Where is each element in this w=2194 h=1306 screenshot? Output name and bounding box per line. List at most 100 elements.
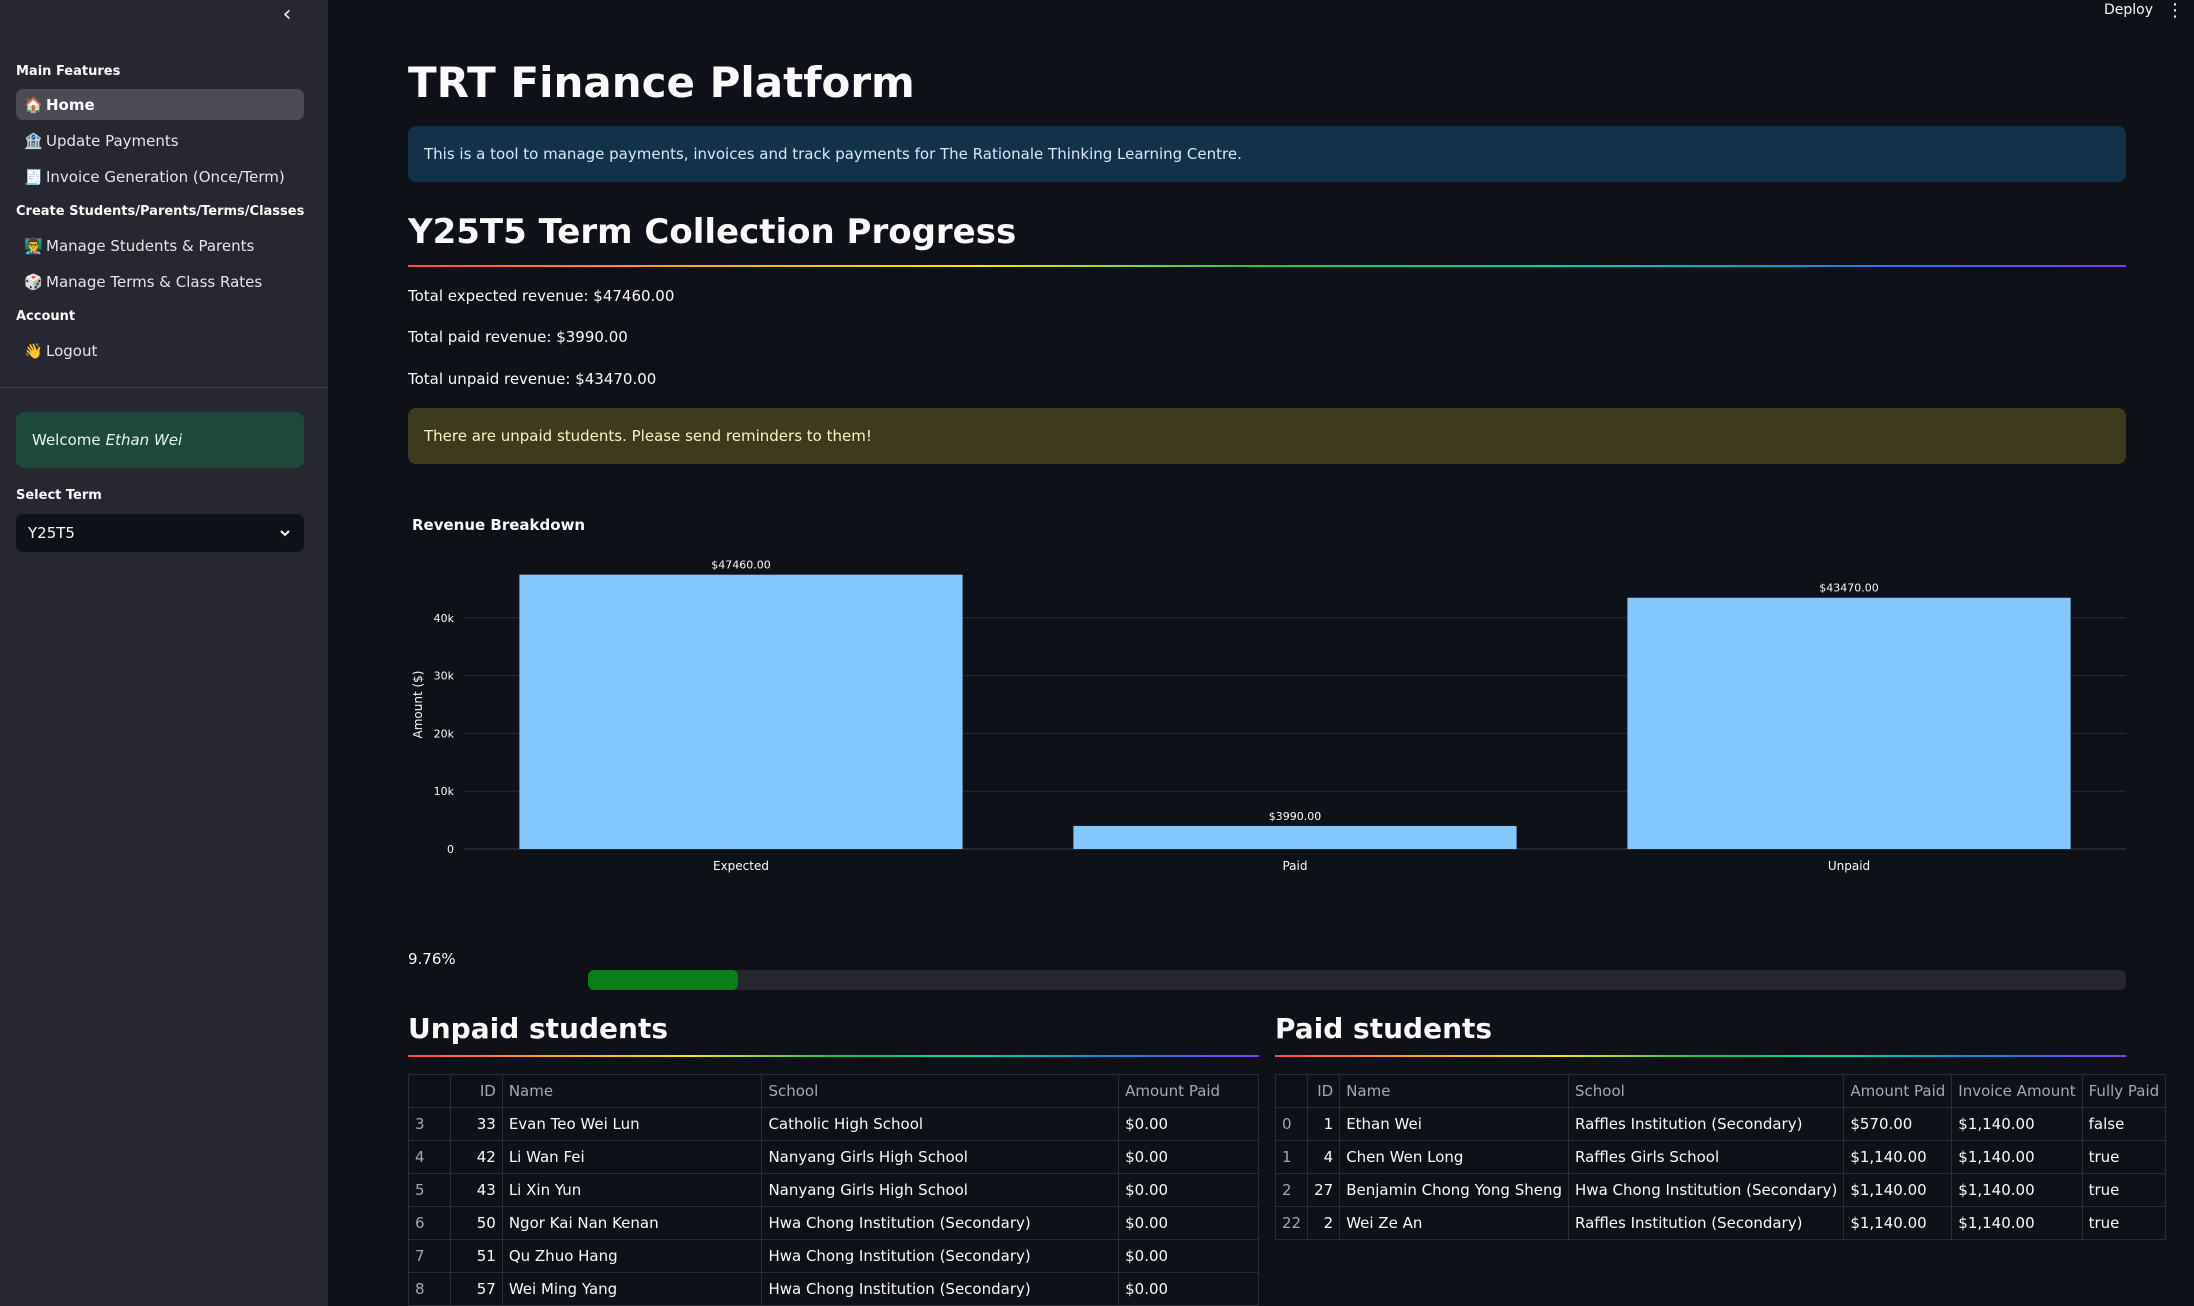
revenue-breakdown-chart[interactable]: Revenue Breakdown 0 10k 20k 30k 40k Amount ($)… <box>408 508 2126 888</box>
table-row[interactable]: 7 51 Qu Zhuo Hang Hwa Chong Institution (Se… <box>408 1239 1259 1273</box>
chevron-left-icon[interactable]: ‹ <box>276 2 298 28</box>
term-select-value: Y25T5 <box>28 524 75 542</box>
row-index: 7 <box>408 1239 451 1273</box>
table-cell: Ethan Wei <box>1339 1107 1570 1141</box>
x-tick-label: Paid <box>1282 859 1307 873</box>
sidebar-item-invoice-generation[interactable]: 🧾 Invoice Generation (Once/Term) <box>16 161 304 192</box>
sidebar-item-label: Home <box>46 95 95 114</box>
table-row[interactable]: 4 42 Li Wan Fei Nanyang Girls High School $0… <box>408 1140 1259 1174</box>
table-cell: 33 <box>449 1107 503 1141</box>
table-cell: Hwa Chong Institution (Secondary) <box>761 1272 1120 1306</box>
table-cell: 2 <box>1307 1206 1341 1240</box>
table-cell: $0.00 <box>1118 1107 1259 1141</box>
table-row[interactable]: 6 50 Ngor Kai Nan Kenan Hwa Chong Instituti… <box>408 1206 1259 1240</box>
table-cell: Wei Ming Yang <box>501 1272 763 1306</box>
term-select[interactable]: Y25T5 <box>16 514 304 552</box>
table-row[interactable]: 8 57 Wei Ming Yang Hwa Chong Institution (S… <box>408 1272 1259 1306</box>
page-title: TRT Finance Platform <box>408 58 915 107</box>
welcome-banner: Welcome Ethan Wei <box>16 412 304 468</box>
welcome-prefix: Welcome <box>32 431 101 449</box>
sidebar-item-home[interactable]: 🏠 Home <box>16 89 304 120</box>
table-cell: $1,140.00 <box>1951 1206 2083 1240</box>
row-index: 1 <box>1274 1140 1309 1174</box>
table-cell: 57 <box>449 1272 503 1306</box>
column-header[interactable]: School <box>1568 1074 1845 1108</box>
sidebar-item-label: Update Payments <box>46 131 179 150</box>
table-cell: Chen Wen Long <box>1339 1140 1570 1174</box>
table-row[interactable]: 22 2 Wei Ze An Raffles Institution (Seconda… <box>1274 1206 2167 1240</box>
table-row[interactable]: 5 43 Li Xin Yun Nanyang Girls High School $0… <box>408 1173 1259 1207</box>
chart-title: Revenue Breakdown <box>412 516 585 534</box>
sidebar-item-label: Logout <box>46 341 98 360</box>
table-cell: Hwa Chong Institution (Secondary) <box>1568 1173 1845 1207</box>
table-cell: $1,140.00 <box>1843 1173 1953 1207</box>
table-row[interactable]: 1 4 Chen Wen Long Raffles Girls School $1,14… <box>1274 1140 2167 1174</box>
row-index: 0 <box>1274 1107 1309 1141</box>
warning-alert: There are unpaid students. Please send r… <box>408 408 2126 464</box>
y-tick-label: 40k <box>434 612 455 625</box>
section-main-features: Main Features <box>16 64 121 79</box>
column-header[interactable]: Amount Paid <box>1118 1074 1259 1108</box>
welcome-user-name: Ethan Wei <box>105 431 183 449</box>
y-tick-label: 30k <box>434 670 455 683</box>
table-cell: 42 <box>449 1140 503 1174</box>
unpaid-students-table[interactable]: ID Name School Amount Paid 3 33 Evan Teo Wei … <box>408 1074 1259 1306</box>
column-header[interactable]: Invoice Amount <box>1951 1074 2083 1108</box>
chevron-down-icon <box>280 530 290 537</box>
sidebar-item-update-payments[interactable]: 🏦 Update Payments <box>16 125 304 156</box>
sidebar-item-label: Manage Terms & Class Rates <box>46 272 263 291</box>
stat-unpaid-revenue: Total unpaid revenue: $43470.00 <box>408 370 657 388</box>
receipt-icon: 🧾 <box>24 167 43 186</box>
stat-expected-revenue: Total expected revenue: $47460.00 <box>408 287 675 305</box>
column-header[interactable]: ID <box>449 1074 503 1108</box>
table-cell: $1,140.00 <box>1951 1140 2083 1174</box>
row-index: 2 <box>1274 1173 1309 1207</box>
table-cell: Wei Ze An <box>1339 1206 1570 1240</box>
data-label: $47460.00 <box>711 559 771 572</box>
paid-students-table[interactable]: ID Name School Amount Paid Invoice Amount Ful… <box>1274 1074 2167 1240</box>
table-row[interactable]: 3 33 Evan Teo Wei Lun Catholic High School $… <box>408 1107 1259 1141</box>
table-cell: Qu Zhuo Hang <box>501 1239 763 1273</box>
table-cell: Raffles Institution (Secondary) <box>1568 1206 1845 1240</box>
row-index: 6 <box>408 1206 451 1240</box>
row-index: 8 <box>408 1272 451 1306</box>
house-icon: 🏠 <box>24 95 43 114</box>
table-cell: Raffles Institution (Secondary) <box>1568 1107 1845 1141</box>
column-header[interactable] <box>1274 1074 1309 1108</box>
table-row[interactable]: 2 27 Benjamin Chong Yong Sheng Hwa Chong In… <box>1274 1173 2167 1207</box>
table-cell: Catholic High School <box>761 1107 1120 1141</box>
bar-paid <box>1073 825 1517 849</box>
progress-percent-label: 9.76% <box>408 950 456 968</box>
sidebar-item-logout[interactable]: 👋 Logout <box>16 335 304 366</box>
column-header[interactable]: Fully Paid <box>2081 1074 2167 1108</box>
deploy-button[interactable]: Deploy <box>2104 2 2153 18</box>
warning-alert-text: There are unpaid students. Please send r… <box>424 427 872 445</box>
column-header[interactable]: Name <box>1339 1074 1570 1108</box>
column-header[interactable] <box>408 1074 451 1108</box>
row-index: 4 <box>408 1140 451 1174</box>
column-header[interactable]: Name <box>501 1074 763 1108</box>
unpaid-heading-divider <box>408 1055 1259 1057</box>
paid-students-heading: Paid students <box>1275 1012 1493 1045</box>
table-cell: $0.00 <box>1118 1272 1259 1306</box>
more-menu-icon[interactable]: ⋮ <box>2166 0 2184 21</box>
table-row[interactable]: 0 1 Ethan Wei Raffles Institution (Secondar… <box>1274 1107 2167 1141</box>
table-cell: Ngor Kai Nan Kenan <box>501 1206 763 1240</box>
sidebar-item-manage-terms[interactable]: 🎲 Manage Terms & Class Rates <box>16 266 304 297</box>
collection-progress-bar <box>588 970 2126 990</box>
info-alert: This is a tool to manage payments, invoi… <box>408 126 2126 182</box>
table-cell: Raffles Girls School <box>1568 1140 1845 1174</box>
column-header[interactable]: ID <box>1307 1074 1341 1108</box>
teacher-icon: 👨‍🏫 <box>24 236 43 255</box>
row-index: 3 <box>408 1107 451 1141</box>
paid-heading-divider <box>1275 1055 2126 1057</box>
term-select-label: Select Term <box>16 488 102 503</box>
column-header[interactable]: Amount Paid <box>1843 1074 1953 1108</box>
column-header[interactable]: School <box>761 1074 1120 1108</box>
sidebar-item-manage-students[interactable]: 👨‍🏫 Manage Students & Parents <box>16 230 304 261</box>
sidebar-item-label: Invoice Generation (Once/Term) <box>46 167 285 186</box>
table-cell: 43 <box>449 1173 503 1207</box>
table-cell: $570.00 <box>1843 1107 1953 1141</box>
table-cell: Nanyang Girls High School <box>761 1173 1120 1207</box>
stat-paid-revenue: Total paid revenue: $3990.00 <box>408 328 628 346</box>
